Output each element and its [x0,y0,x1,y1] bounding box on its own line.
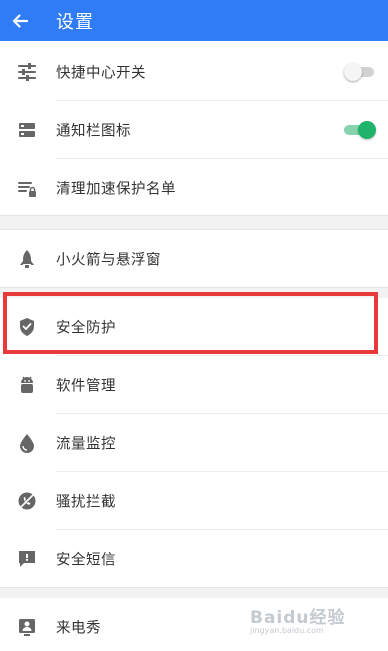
settings-item-label: 清理加速保护名单 [56,181,176,197]
section-gap [0,216,388,229]
block-phone-icon [18,492,36,509]
quick-center-toggle[interactable] [344,62,376,82]
divider [0,215,388,216]
water-drop-icon [20,433,34,453]
notification-icon-toggle[interactable] [344,120,376,140]
rocket-icon [20,249,34,268]
baidu-watermark: Baidu经验 jingyan.baidu.com [250,599,380,639]
caller-id-icon [19,618,35,636]
back-button[interactable] [0,0,40,41]
settings-item-quick-center[interactable]: 快捷中心开关 [0,43,388,100]
settings-item-label: 小火箭与悬浮窗 [56,252,161,268]
watermark-text: Baidu经验 [250,608,346,628]
watermark-url: jingyan.baidu.com [250,626,324,635]
sms-icon [19,550,35,567]
divider [0,287,388,288]
settings-item-secure-sms[interactable]: 安全短信 [0,530,388,587]
settings-item-label: 流量监控 [56,436,116,452]
list-lock-icon [18,181,36,197]
app-bar: 设置 [0,0,388,41]
settings-item-notification-icon[interactable]: 通知栏图标 [0,101,388,158]
android-robot-icon [21,376,33,393]
settings-item-label: 来电秀 [56,620,101,636]
section-gap [0,588,388,598]
settings-item-label: 安全短信 [56,552,116,568]
page-title: 设置 [56,11,94,33]
highlight-box [3,292,378,354]
settings-item-label: 快捷中心开关 [56,65,146,81]
settings-item-harassment-block[interactable]: 骚扰拦截 [0,472,388,529]
toggle-thumb [358,120,376,139]
divider [0,587,388,588]
settings-item-rocket-floating-window[interactable]: 小火箭与悬浮窗 [0,230,388,287]
settings-item-software-management[interactable]: 软件管理 [0,356,388,413]
settings-item-label: 通知栏图标 [56,123,131,139]
sliders-icon [18,62,36,81]
settings-item-cleanup-whitelist[interactable]: 清理加速保护名单 [0,159,388,216]
toggle-thumb [344,62,362,81]
notification-bar-icon [19,122,35,137]
settings-item-label: 软件管理 [56,378,116,394]
settings-item-label: 骚扰拦截 [56,494,116,510]
arrow-left-icon [12,13,29,28]
settings-item-traffic-monitor[interactable]: 流量监控 [0,414,388,471]
